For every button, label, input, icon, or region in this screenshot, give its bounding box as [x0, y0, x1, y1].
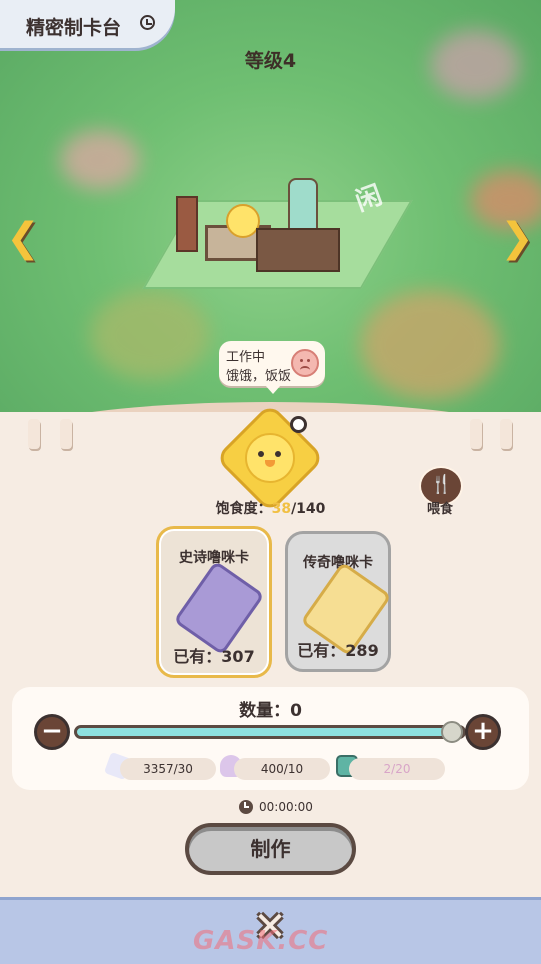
lamp-post — [176, 196, 198, 252]
card-owned-count: 已有：307 — [173, 647, 255, 666]
status-text: 工作中 — [226, 350, 266, 365]
fence-post — [60, 419, 72, 449]
blurred-decoration — [360, 290, 500, 400]
title-tab: 精密制卡台 — [0, 0, 175, 48]
decrease-button[interactable]: − — [34, 714, 70, 750]
epic-card-icon — [173, 560, 265, 656]
slider-handle[interactable] — [441, 721, 463, 743]
increase-button[interactable]: + — [465, 714, 501, 750]
satiety-current: 38 — [271, 501, 292, 517]
crafting-machine-base — [256, 228, 340, 272]
blurred-decoration — [60, 130, 140, 190]
prev-arrow-button[interactable]: ❮ — [6, 216, 40, 260]
swap-pet-icon[interactable] — [290, 416, 307, 433]
craft-timer: 00:00:00 — [259, 800, 313, 814]
quantity-slider[interactable] — [74, 725, 466, 739]
blurred-decoration — [90, 290, 210, 380]
feed-label[interactable]: 喂食 — [419, 498, 461, 517]
next-arrow-button[interactable]: ❯ — [500, 216, 534, 260]
fence-post — [28, 419, 40, 449]
hunger-text: 饿饿，饭饭 — [226, 369, 292, 384]
satiety-max: /140 — [291, 501, 326, 517]
make-button[interactable]: 制作 — [185, 823, 356, 875]
chick-icon — [245, 433, 295, 483]
card-option-epic[interactable]: 史诗噜咪卡 已有：307 — [156, 526, 272, 678]
card-owned-count: 已有：289 — [297, 641, 379, 660]
timer-icon — [239, 800, 253, 814]
card-option-legendary[interactable]: 传奇噜咪卡 已有：289 — [285, 531, 392, 672]
status-bubble: 工作中 饿饿，饭饭 — [219, 341, 325, 394]
sad-face-icon — [291, 349, 319, 377]
pet-avatar[interactable] — [214, 402, 326, 514]
satiety-label: 饱食度： — [215, 501, 272, 517]
resource-teal-cube: 2/20 — [349, 758, 445, 780]
fence-post — [500, 419, 512, 449]
level-label: 等级4 — [244, 50, 297, 72]
info-clock-icon[interactable] — [140, 15, 155, 30]
crafting-machine — [288, 178, 318, 230]
quantity-label: 数量：0 — [239, 701, 302, 721]
chick-worker — [226, 204, 260, 238]
watermark: GASK.CC — [193, 926, 329, 956]
page-title: 精密制卡台 — [26, 17, 122, 39]
resource-purple-dust: 400/10 — [234, 758, 330, 780]
resource-star-shard: 3357/30 — [120, 758, 216, 780]
fence-post — [470, 419, 482, 449]
quantity-box: 数量：0 − + 3357/30 400/10 2/20 — [12, 687, 529, 790]
